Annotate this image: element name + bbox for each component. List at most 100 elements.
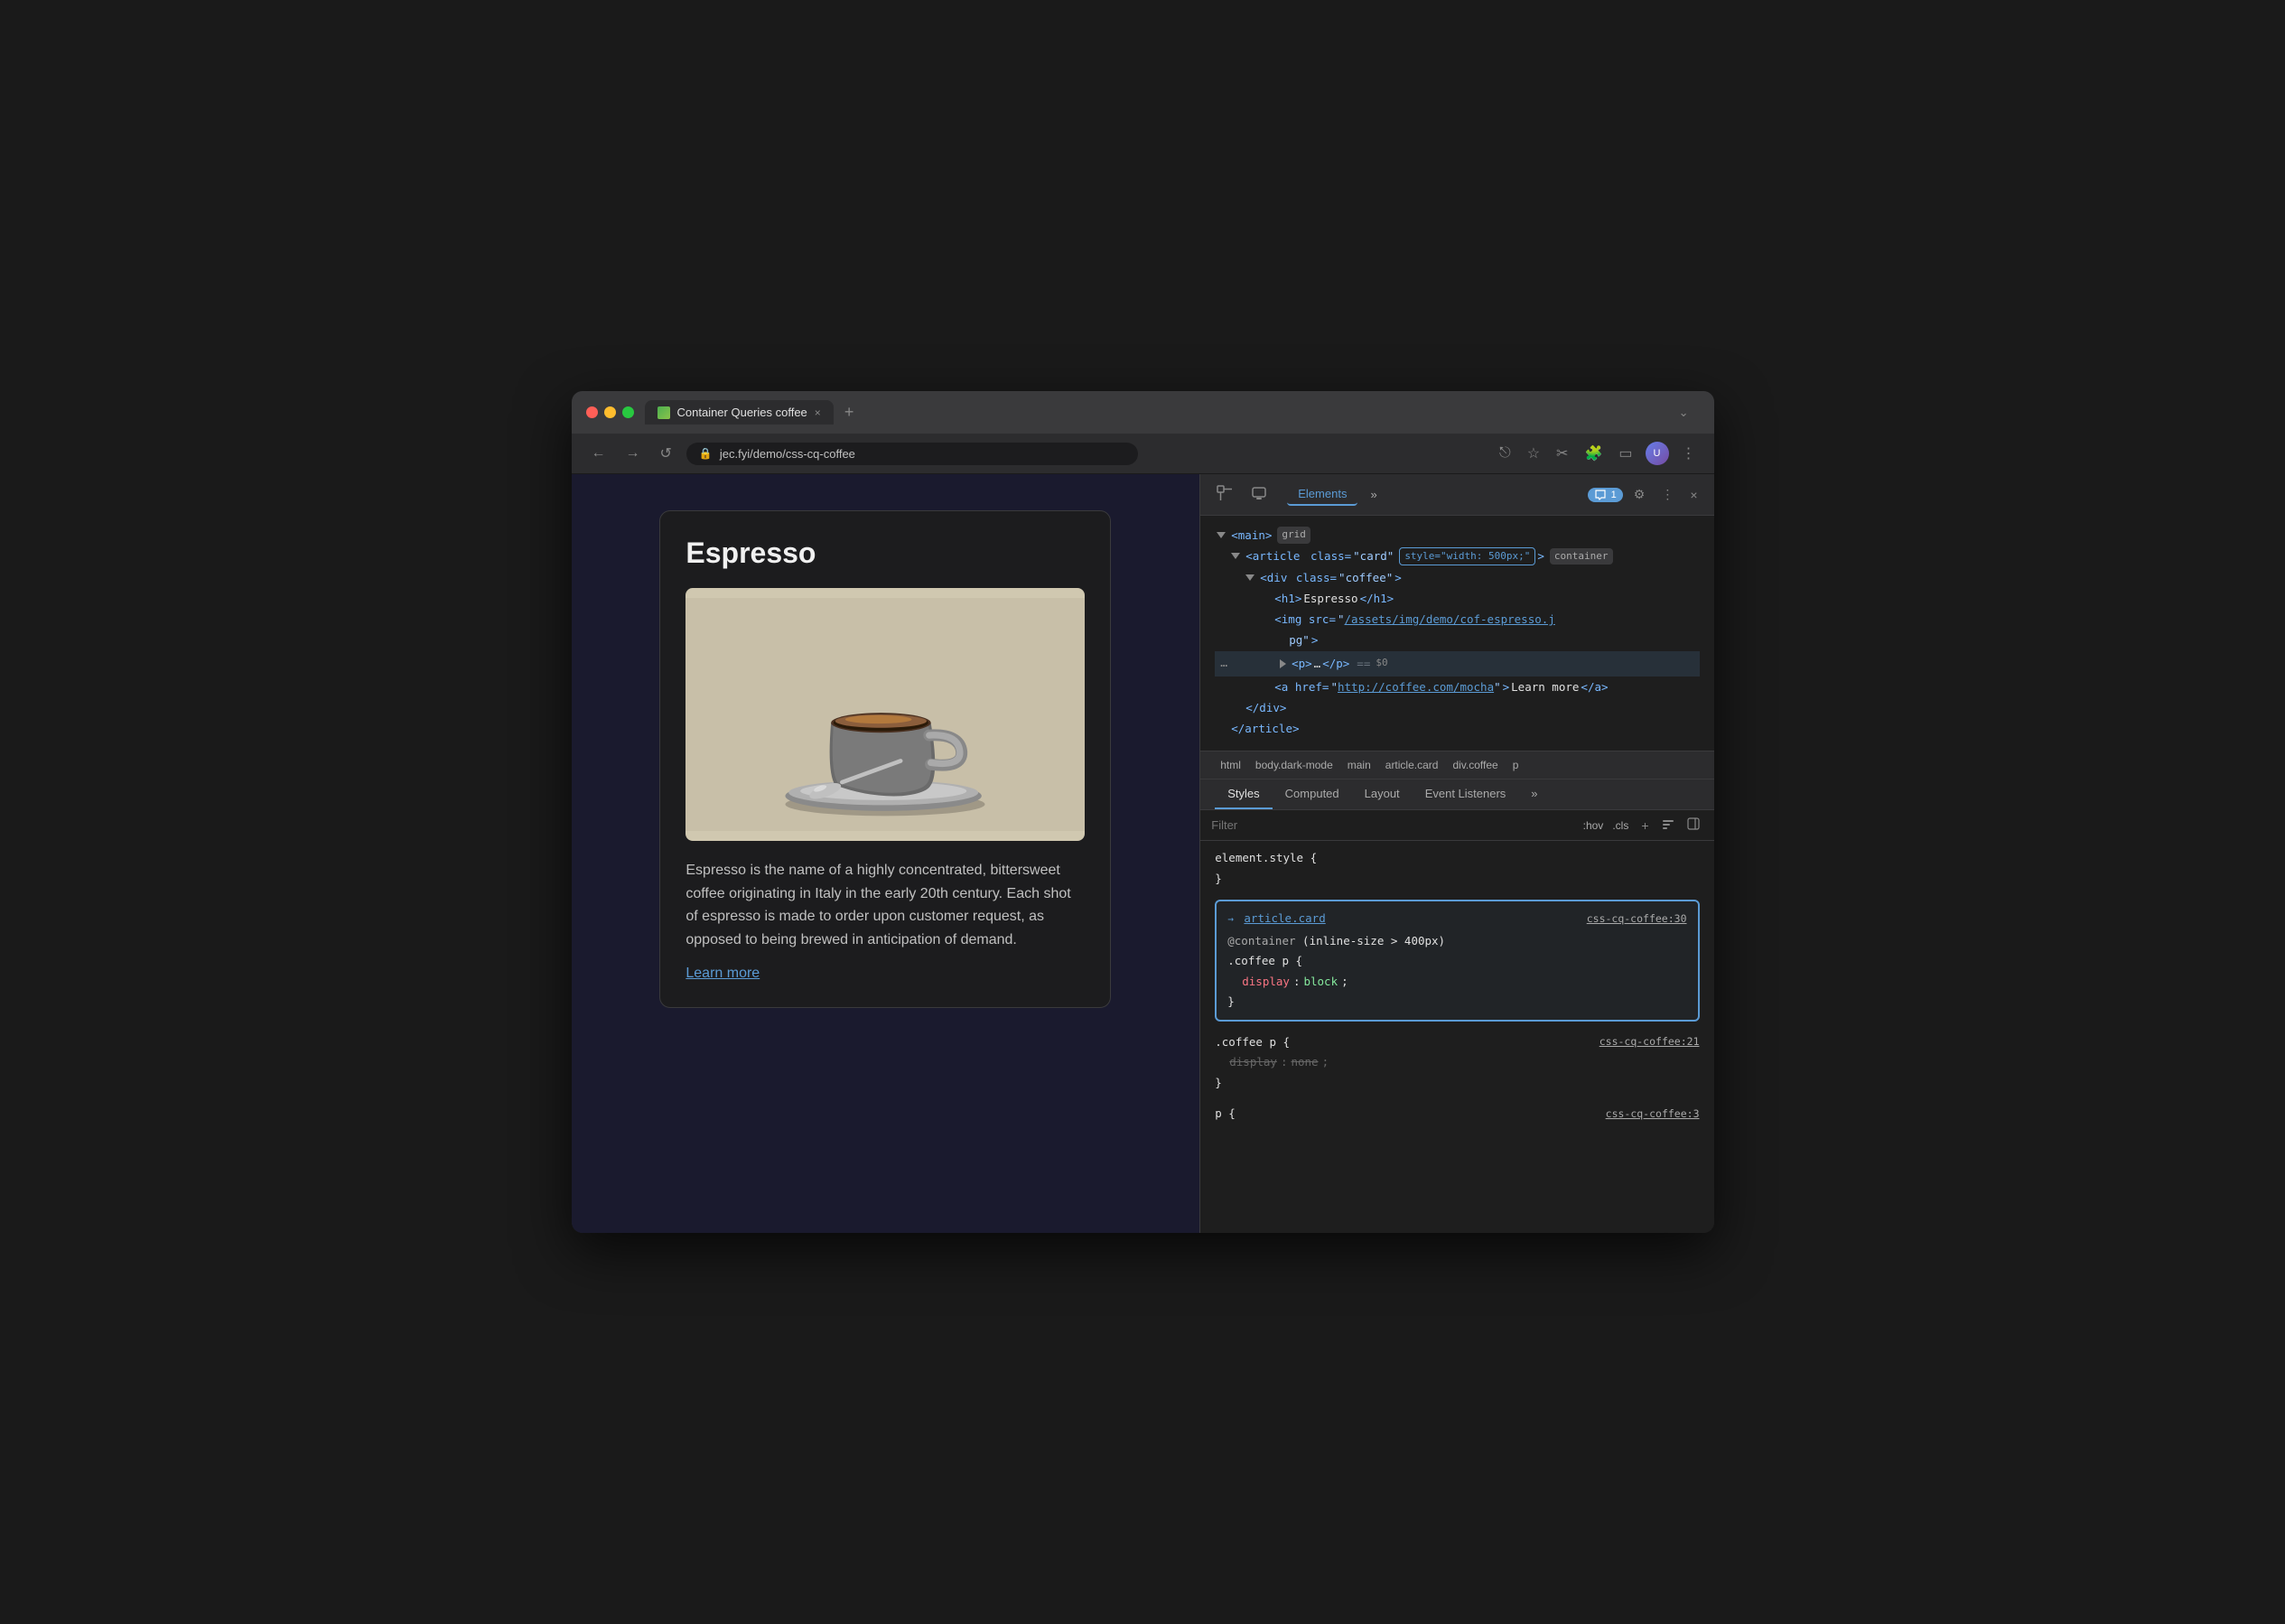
coffee-p-rule: .coffee p { css-cq-coffee:21 display : n… xyxy=(1215,1032,1699,1094)
expand-article-icon[interactable] xyxy=(1231,553,1240,559)
traffic-lights xyxy=(586,406,634,418)
container-query-rule: → article.card css-cq-coffee:30 @contain… xyxy=(1215,900,1699,1022)
ellipsis-button[interactable]: … xyxy=(1215,652,1233,676)
back-button[interactable]: ← xyxy=(586,442,611,465)
breadcrumb-p[interactable]: p xyxy=(1507,757,1525,773)
dom-line-p-selected[interactable]: … <p> … </p> == $0 xyxy=(1215,651,1699,677)
close-traffic-light[interactable] xyxy=(586,406,598,418)
element-style-rule: element.style { } xyxy=(1215,848,1699,889)
layout-tab[interactable]: Layout xyxy=(1352,779,1413,809)
devtools-more-tabs[interactable]: » xyxy=(1359,484,1387,505)
url-text: jec.fyi/demo/css-cq-coffee xyxy=(720,447,855,461)
more-styles-tabs[interactable]: » xyxy=(1518,779,1550,809)
styles-tab[interactable]: Styles xyxy=(1215,779,1272,809)
p-selector: p { xyxy=(1215,1104,1236,1125)
device-toggle-button[interactable] xyxy=(1245,481,1273,508)
minimize-traffic-light[interactable] xyxy=(604,406,616,418)
close-devtools-button[interactable]: × xyxy=(1684,484,1702,506)
container-badge: container xyxy=(1550,548,1613,565)
browser-window: Container Queries coffee × + ⌄ ← → ↺ 🔒 j… xyxy=(572,391,1714,1233)
hov-pseudo-button[interactable]: :hov xyxy=(1583,819,1604,832)
tab-bar: Container Queries coffee × + xyxy=(645,400,1657,425)
container-display-prop: display : block ; xyxy=(1227,972,1686,993)
browser-content: Espresso xyxy=(572,474,1714,1233)
coffee-card-title: Espresso xyxy=(686,537,1085,570)
lock-icon: 🔒 xyxy=(699,447,713,460)
cls-button[interactable]: .cls xyxy=(1612,819,1628,832)
dollar-zero: $0 xyxy=(1376,655,1387,672)
element-style-selector: element.style { xyxy=(1215,851,1317,864)
styles-filter-bar: :hov .cls + xyxy=(1200,810,1713,841)
event-listeners-tab[interactable]: Event Listeners xyxy=(1413,779,1519,809)
tab-close-button[interactable]: × xyxy=(815,406,821,419)
breadcrumb-main[interactable]: main xyxy=(1342,757,1376,773)
toolbar-right: ⎋ ☆ ✂ 🧩 ▭ U ⋮ xyxy=(1496,441,1699,466)
learn-more-link[interactable]: Learn more xyxy=(686,966,760,981)
dom-line-article[interactable]: <article class="card" style="width: 500p… xyxy=(1215,546,1699,566)
devtools-tabs: Elements » xyxy=(1287,483,1580,506)
breadcrumb-html[interactable]: html xyxy=(1215,757,1246,773)
dom-line-article-partial[interactable]: </article> xyxy=(1215,718,1699,739)
url-bar[interactable]: 🔒 jec.fyi/demo/css-cq-coffee xyxy=(686,443,1138,465)
p-rule-source[interactable]: css-cq-coffee:3 xyxy=(1606,1105,1700,1124)
new-rule-button[interactable] xyxy=(1658,816,1678,835)
expand-div-icon[interactable] xyxy=(1245,574,1254,581)
dom-line-div-close[interactable]: </div> xyxy=(1215,697,1699,718)
dom-line-a[interactable]: <a href= "http://coffee.com/mocha" > Lea… xyxy=(1215,677,1699,697)
settings-button[interactable]: ⚙ xyxy=(1628,483,1651,506)
coffee-p-selector: .coffee p { xyxy=(1215,1032,1290,1053)
breadcrumb-article[interactable]: article.card xyxy=(1380,757,1444,773)
maximize-traffic-light[interactable] xyxy=(622,406,634,418)
styles-panel: Styles Computed Layout Event Listeners »… xyxy=(1200,779,1713,1233)
breadcrumb-body[interactable]: body.dark-mode xyxy=(1250,757,1338,773)
dom-line-div-coffee[interactable]: <div class="coffee" > xyxy=(1215,567,1699,588)
devtools-panel: Elements » 1 ⚙ ⋮ × xyxy=(1199,474,1713,1233)
add-style-button[interactable]: + xyxy=(1637,816,1652,835)
coffee-image xyxy=(686,588,1085,841)
more-menu-icon[interactable]: ⋮ xyxy=(1678,441,1700,466)
p-rule: p { css-cq-coffee:3 xyxy=(1215,1104,1699,1125)
address-bar: ← → ↺ 🔒 jec.fyi/demo/css-cq-coffee ⎋ ☆ ✂… xyxy=(572,434,1714,474)
new-tab-button[interactable]: + xyxy=(837,403,862,422)
filter-input[interactable] xyxy=(1211,818,1573,832)
profile-frame-icon[interactable]: ▭ xyxy=(1615,441,1636,466)
active-tab[interactable]: Container Queries coffee × xyxy=(645,400,834,425)
reload-button[interactable]: ↺ xyxy=(655,441,677,466)
share-icon[interactable]: ⎋ xyxy=(1496,442,1515,465)
profile-avatar[interactable]: U xyxy=(1646,442,1669,465)
dom-tree: <main> grid <article class="card" style=… xyxy=(1200,516,1713,751)
more-options-button[interactable]: ⋮ xyxy=(1655,483,1679,506)
container-arrow-icon: → xyxy=(1227,913,1234,925)
grid-badge: grid xyxy=(1277,527,1310,544)
coffee-p-source[interactable]: css-cq-coffee:21 xyxy=(1600,1032,1700,1051)
puzzle-icon[interactable]: 🧩 xyxy=(1581,441,1606,466)
article-card-selector[interactable]: article.card xyxy=(1244,911,1325,925)
filter-icons: + xyxy=(1637,816,1702,835)
dom-line-h1[interactable]: <h1> Espresso </h1> xyxy=(1215,588,1699,609)
expand-main-icon[interactable] xyxy=(1217,532,1226,538)
coffee-description: Espresso is the name of a highly concent… xyxy=(686,859,1085,951)
coffee-p-display-prop: display : none ; xyxy=(1215,1052,1699,1073)
elements-tab[interactable]: Elements xyxy=(1287,483,1357,506)
dom-line-img[interactable]: <img src= "/assets/img/demo/cof-espresso… xyxy=(1215,609,1699,630)
computed-tab[interactable]: Computed xyxy=(1273,779,1352,809)
expand-p-icon[interactable] xyxy=(1280,659,1286,668)
toggle-sidebar-button[interactable] xyxy=(1683,816,1703,835)
container-rule-source[interactable]: css-cq-coffee:30 xyxy=(1587,910,1687,929)
dom-line-main[interactable]: <main> grid xyxy=(1215,525,1699,546)
tab-more-button[interactable]: ⌄ xyxy=(1668,406,1700,420)
devtools-right-icons: 1 ⚙ ⋮ × xyxy=(1588,483,1703,506)
styles-sub-tabs: Styles Computed Layout Event Listeners » xyxy=(1200,779,1713,810)
title-bar: Container Queries coffee × + ⌄ xyxy=(572,391,1714,434)
forward-button[interactable]: → xyxy=(620,442,646,465)
inspect-element-button[interactable] xyxy=(1211,481,1238,508)
espresso-illustration xyxy=(686,588,1085,841)
breadcrumb-div-coffee[interactable]: div.coffee xyxy=(1447,757,1503,773)
dom-line-img-cont: pg" > xyxy=(1215,630,1699,650)
tab-title: Container Queries coffee xyxy=(677,406,807,419)
style-attribute-badge[interactable]: style="width: 500px;" xyxy=(1399,547,1535,566)
bookmark-icon[interactable]: ☆ xyxy=(1524,441,1544,466)
extension-icon[interactable]: ✂ xyxy=(1553,441,1572,466)
coffee-card: Espresso xyxy=(659,510,1111,1008)
breadcrumb-bar: html body.dark-mode main article.card di… xyxy=(1200,751,1713,779)
